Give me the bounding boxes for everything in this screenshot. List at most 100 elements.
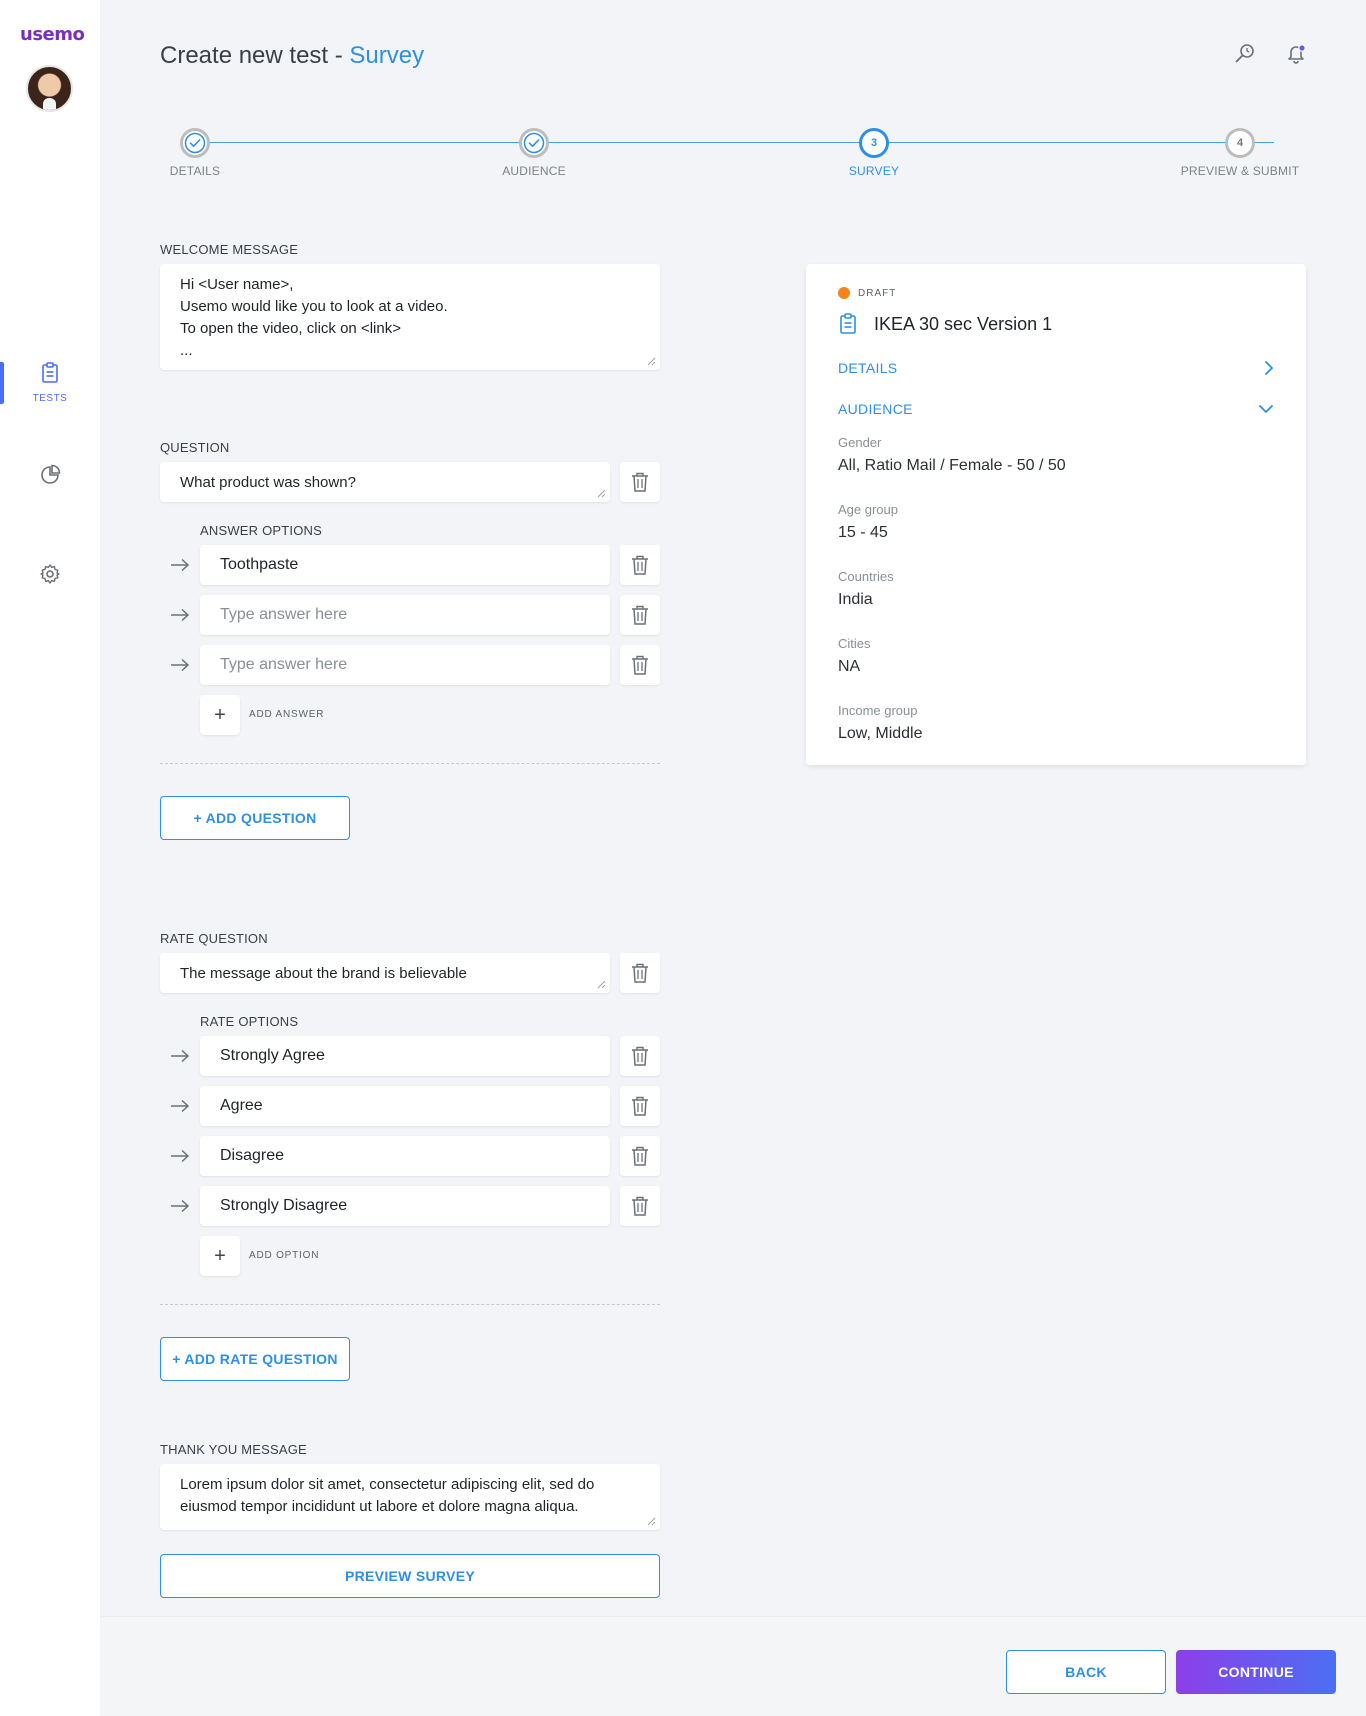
gender-label: Gender	[838, 435, 882, 450]
trash-icon	[632, 1046, 648, 1066]
add-option-button[interactable]: +	[200, 1236, 240, 1276]
arrow-right-icon	[171, 558, 190, 572]
avatar[interactable]	[26, 65, 73, 112]
step-details[interactable]: DETAILS	[160, 128, 230, 178]
chevron-down-icon	[1259, 405, 1273, 413]
answer-text: Toothpaste	[220, 556, 299, 573]
trash-icon	[632, 1196, 648, 1216]
details-link-label: DETAILS	[838, 360, 898, 376]
cities-label: Cities	[838, 636, 871, 651]
delete-rate-option-button[interactable]	[620, 1186, 660, 1226]
welcome-line: ...	[180, 342, 193, 359]
arrow-right-icon	[171, 1199, 190, 1213]
rate-option-text: Disagree	[220, 1147, 285, 1164]
answer-input[interactable]: Toothpaste	[200, 545, 610, 585]
progress-stepper: DETAILS AUDIENCE 3 SURVEY 4 PREVIEW & SU…	[160, 128, 1308, 188]
countries-label: Countries	[838, 569, 894, 584]
active-indicator	[0, 362, 4, 404]
rate-options-label: RATE OPTIONS	[200, 1014, 299, 1029]
preview-survey-button[interactable]: PREVIEW SURVEY	[160, 1554, 660, 1598]
check-circle-icon	[523, 132, 545, 154]
resize-handle-icon	[597, 980, 606, 989]
status-badge: DRAFT	[838, 287, 896, 299]
add-option-label[interactable]: ADD OPTION	[249, 1250, 319, 1261]
plus-icon: +	[214, 1244, 226, 1267]
trash-icon	[632, 472, 648, 492]
section-divider	[160, 1304, 660, 1305]
search-icon[interactable]	[1234, 42, 1256, 69]
delete-answer-button[interactable]	[620, 645, 660, 685]
details-link[interactable]: DETAILS	[838, 360, 1274, 376]
step-audience[interactable]: AUDIENCE	[494, 128, 574, 178]
trash-icon	[632, 1096, 648, 1116]
income-group-label: Income group	[838, 703, 918, 718]
step-survey[interactable]: 3 SURVEY	[839, 128, 909, 178]
question-label: QUESTION	[160, 440, 230, 455]
delete-question-button[interactable]	[620, 462, 660, 502]
rate-option-input[interactable]: Strongly Agree	[200, 1036, 610, 1076]
answer-input[interactable]: Type answer here	[200, 645, 610, 685]
rate-option-input[interactable]: Strongly Disagree	[200, 1186, 610, 1226]
step-label: AUDIENCE	[502, 164, 566, 178]
sidebar-item-tests[interactable]: TESTS	[0, 362, 100, 404]
delete-rate-option-button[interactable]	[620, 1136, 660, 1176]
add-rate-question-button[interactable]: + ADD RATE QUESTION	[160, 1337, 350, 1381]
rate-option-text: Strongly Agree	[220, 1047, 325, 1064]
sidebar-item-analytics[interactable]	[0, 464, 100, 491]
step-label: PREVIEW & SUBMIT	[1180, 164, 1300, 178]
pie-chart-icon	[39, 464, 61, 491]
arrow-right-icon	[171, 1149, 190, 1163]
rate-question-input[interactable]: The message about the brand is believabl…	[160, 953, 610, 993]
delete-answer-button[interactable]	[620, 595, 660, 635]
check-circle-icon	[184, 132, 206, 154]
sidebar-item-settings[interactable]	[0, 563, 100, 590]
delete-rate-option-button[interactable]	[620, 1036, 660, 1076]
answer-input[interactable]: Type answer here	[200, 595, 610, 635]
add-answer-button[interactable]: +	[200, 695, 240, 735]
rate-option-input[interactable]: Agree	[200, 1086, 610, 1126]
resize-handle-icon	[597, 489, 606, 498]
trash-icon	[632, 655, 648, 675]
age-group-value: 15 - 45	[838, 524, 888, 541]
welcome-line: Usemo would like you to look at a video.	[180, 298, 448, 315]
rate-option-input[interactable]: Disagree	[200, 1136, 610, 1176]
sidebar-item-label: TESTS	[32, 393, 68, 404]
sidebar: usemo TESTS	[0, 0, 100, 1716]
welcome-line: Hi <User name>,	[180, 276, 294, 293]
arrow-right-icon	[171, 658, 190, 672]
clipboard-icon	[840, 313, 856, 334]
usemo-logo[interactable]: usemo	[20, 24, 85, 45]
step-label: DETAILS	[169, 164, 221, 178]
cities-value: NA	[838, 658, 861, 675]
add-answer-label[interactable]: ADD ANSWER	[249, 709, 324, 720]
thank-you-message-label: THANK YOU MESSAGE	[160, 1442, 307, 1457]
rate-option-text: Agree	[220, 1097, 263, 1114]
delete-rate-option-button[interactable]	[620, 1086, 660, 1126]
trash-icon	[632, 555, 648, 575]
answer-options-label: ANSWER OPTIONS	[200, 523, 322, 538]
page-title: Create new test - Survey	[160, 42, 424, 70]
delete-rate-question-button[interactable]	[620, 953, 660, 993]
answer-placeholder: Type answer here	[220, 656, 348, 673]
step-preview-submit[interactable]: 4 PREVIEW & SUBMIT	[1180, 128, 1300, 178]
thank-you-message-field[interactable]: Lorem ipsum dolor sit amet, consectetur …	[160, 1464, 660, 1530]
arrow-right-icon	[171, 1099, 190, 1113]
question-input[interactable]: What product was shown?	[160, 462, 610, 502]
add-question-button[interactable]: + ADD QUESTION	[160, 796, 350, 840]
card-title: IKEA 30 sec Version 1	[838, 313, 1052, 335]
card-title-text: IKEA 30 sec Version 1	[874, 313, 1053, 334]
thank-you-line: eiusmod tempor incididunt ut labore et d…	[180, 1498, 579, 1515]
welcome-message-field[interactable]: Hi <User name>, Usemo would like you to …	[160, 264, 660, 370]
resize-handle-icon	[647, 357, 656, 366]
bell-icon[interactable]	[1284, 42, 1308, 71]
age-group-label: Age group	[838, 502, 898, 517]
question-text: What product was shown?	[180, 473, 356, 491]
step-number: 3	[859, 128, 889, 158]
delete-answer-button[interactable]	[620, 545, 660, 585]
test-summary-card: DRAFT IKEA 30 sec Version 1 DETAILS AUDI…	[806, 264, 1306, 765]
back-button[interactable]: BACK	[1006, 1650, 1166, 1694]
resize-handle-icon	[647, 1517, 656, 1526]
section-divider	[160, 763, 660, 764]
audience-link[interactable]: AUDIENCE	[838, 401, 1274, 417]
continue-button[interactable]: CONTINUE	[1176, 1650, 1336, 1694]
